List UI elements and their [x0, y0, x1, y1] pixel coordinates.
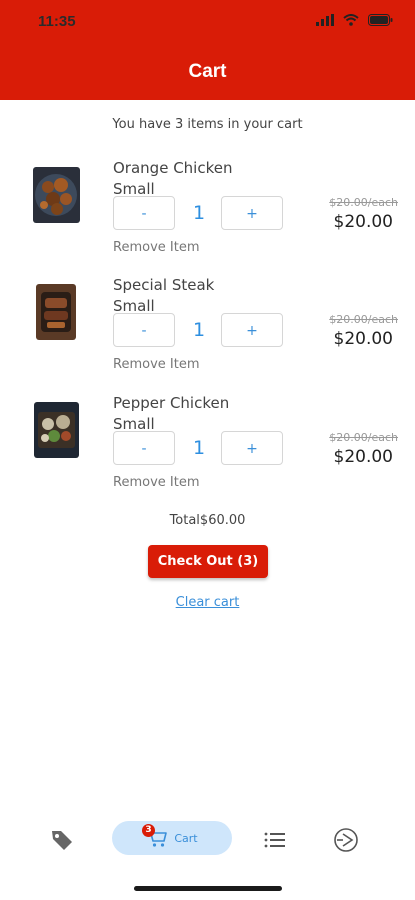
tab-cart-label: Cart	[174, 831, 198, 845]
cart-total: Total$60.00	[169, 513, 246, 528]
list-icon	[264, 832, 285, 848]
increment-button[interactable]: +	[221, 431, 283, 465]
home-indicator	[134, 886, 282, 891]
battery-icon	[368, 14, 393, 26]
quantity-value: 1	[192, 437, 206, 459]
item-name: Orange Chicken	[113, 159, 233, 177]
item-price: $20.00	[333, 447, 393, 467]
increment-button[interactable]: +	[221, 196, 283, 230]
tab-cart[interactable]: Cart	[112, 821, 232, 855]
remove-item-link[interactable]: Remove Item	[113, 475, 199, 490]
increment-button[interactable]: +	[221, 313, 283, 347]
decrement-button[interactable]: -	[113, 196, 175, 230]
cart-item: Pepper Chicken Small - 1 + Remove Item $…	[0, 393, 415, 508]
item-price: $20.00	[333, 212, 393, 232]
wifi-icon	[343, 14, 359, 26]
unit-price: $20.00/each	[329, 431, 398, 444]
quantity-value: 1	[192, 202, 206, 224]
status-time: 11:35	[38, 13, 76, 30]
clear-cart-link[interactable]: Clear cart	[0, 595, 415, 610]
decrement-button[interactable]: -	[113, 313, 175, 347]
status-icons	[316, 14, 393, 26]
decrement-button[interactable]: -	[113, 431, 175, 465]
unit-price: $20.00/each	[329, 313, 398, 326]
play-circle-icon	[334, 828, 358, 852]
unit-price: $20.00/each	[329, 196, 398, 209]
cart-item: Special Steak Small - 1 + Remove Item $2…	[0, 275, 415, 390]
cart-summary: You have 3 items in your cart	[112, 117, 303, 132]
tab-more[interactable]	[329, 820, 363, 860]
product-image	[33, 167, 80, 223]
product-image	[36, 284, 76, 340]
app-header: 11:35 Cart	[0, 0, 415, 100]
checkout-button[interactable]: Check Out (3)	[148, 545, 268, 578]
signal-icon	[316, 14, 334, 26]
tag-icon	[52, 831, 72, 850]
item-name: Pepper Chicken	[113, 394, 230, 412]
remove-item-link[interactable]: Remove Item	[113, 240, 199, 255]
tab-deals[interactable]	[45, 820, 79, 860]
page-title: Cart	[188, 61, 227, 82]
remove-item-link[interactable]: Remove Item	[113, 357, 199, 372]
product-image	[34, 402, 79, 458]
item-price: $20.00	[333, 329, 393, 349]
cart-count-badge: 3	[142, 824, 155, 837]
quantity-value: 1	[192, 319, 206, 341]
tab-orders[interactable]	[258, 820, 292, 860]
bottom-tab-bar: Cart 3	[0, 815, 415, 865]
item-name: Special Steak	[113, 276, 215, 294]
cart-item: Orange Chicken Small - 1 + Remove Item $…	[0, 158, 415, 273]
